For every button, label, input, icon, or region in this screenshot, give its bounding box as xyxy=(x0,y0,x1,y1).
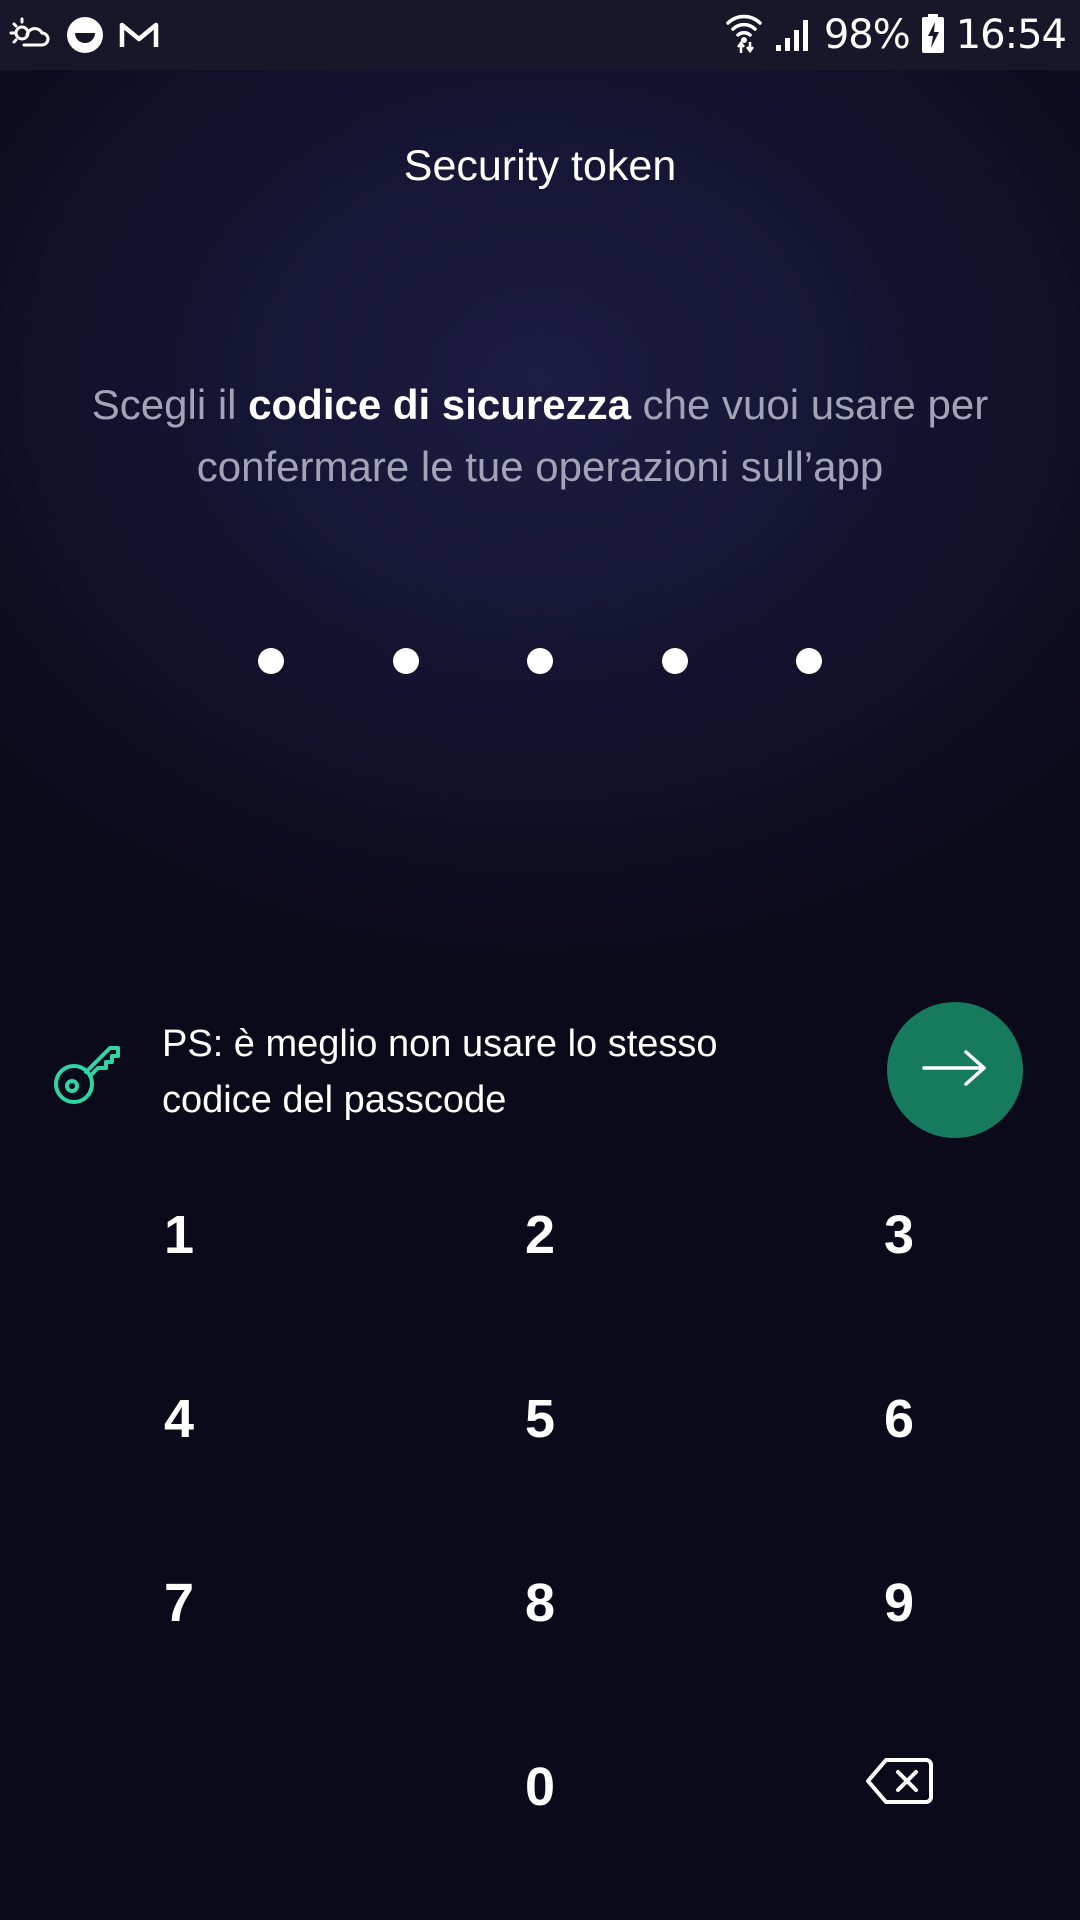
key-0[interactable]: 0 xyxy=(410,1712,670,1862)
wifi-icon xyxy=(724,11,764,60)
pin-dot xyxy=(258,648,284,674)
key-4[interactable]: 4 xyxy=(49,1344,309,1494)
delete-key[interactable] xyxy=(769,1712,1029,1862)
pin-indicator xyxy=(258,648,822,674)
battery-percent: 98% xyxy=(823,12,911,58)
pin-dot xyxy=(661,648,688,674)
key-2[interactable]: 2 xyxy=(410,1160,670,1310)
key-3[interactable]: 3 xyxy=(769,1160,1029,1310)
key-1[interactable]: 1 xyxy=(49,1160,309,1310)
key-6[interactable]: 6 xyxy=(769,1344,1029,1494)
key-8[interactable]: 8 xyxy=(410,1528,670,1678)
security-token-screen: 98% 16:54 Security token Scegli il codic… xyxy=(0,0,1080,1920)
battery-charging-icon xyxy=(920,11,946,60)
hint-text: PS: è meglio non usare lo stesso codice … xyxy=(162,1023,718,1121)
key-5[interactable]: 5 xyxy=(410,1344,670,1494)
key-7[interactable]: 7 xyxy=(49,1528,309,1678)
gmail-icon xyxy=(117,13,161,57)
key-icon xyxy=(50,1032,126,1108)
clock: 16:54 xyxy=(955,12,1067,58)
backspace-icon xyxy=(864,1756,934,1819)
instruction-bold: codice di sicurezza xyxy=(248,381,631,428)
arrow-right-icon xyxy=(920,1048,990,1093)
messenger-icon xyxy=(63,13,107,57)
signal-icon xyxy=(774,11,814,60)
page-title: Security token xyxy=(403,142,677,190)
instruction-text: Scegli il codice di sicurezza che vuoi u… xyxy=(90,374,990,498)
instruction-prefix: Scegli il xyxy=(91,381,249,428)
pin-dot xyxy=(527,648,553,674)
pin-dot xyxy=(796,648,822,674)
status-right: 98% 16:54 xyxy=(724,8,1067,62)
numeric-keypad: 1 2 3 4 5 6 7 8 9 0 xyxy=(0,1160,1080,1900)
key-9[interactable]: 9 xyxy=(769,1528,1029,1678)
pin-dot xyxy=(392,648,419,674)
next-button[interactable] xyxy=(887,1002,1023,1138)
status-bar: 98% 16:54 xyxy=(0,0,1080,70)
weather-icon xyxy=(8,13,52,57)
